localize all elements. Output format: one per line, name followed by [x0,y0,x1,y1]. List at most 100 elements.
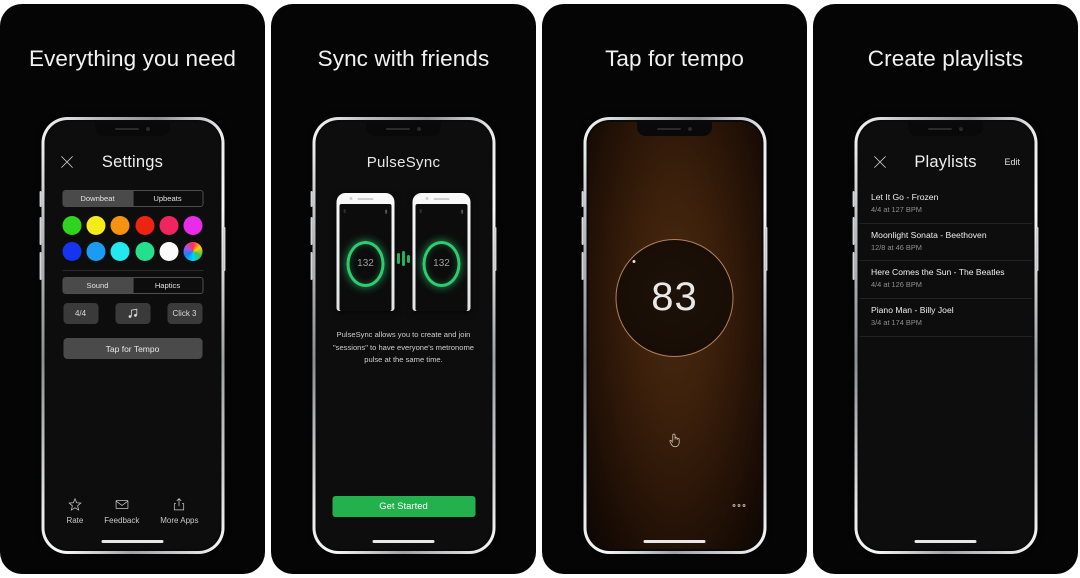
tab-rate[interactable]: Rate [66,497,83,525]
mute-switch [852,191,855,207]
time-signature-button[interactable]: 4/4 [63,303,98,324]
output-segmented-control[interactable]: Sound Haptics [62,277,203,294]
close-icon[interactable] [872,155,887,170]
phone-screen-tempo: 83 [588,122,761,549]
front-camera-icon [688,127,692,131]
get-started-button[interactable]: Get Started [332,496,475,517]
panel-title: Create playlists [867,46,1024,71]
more-dots-icon[interactable] [732,504,745,507]
mini-camera-icon [349,197,353,200]
phone-mockup: Playlists Edit Let It Go - Frozen 4/4 at… [852,117,1039,554]
panel-title: Everything you need [28,46,237,71]
settings-header: Settings [46,140,219,184]
paired-devices-illustration: ⦀ ▮ 132 ⦀ ▮ 132 [317,193,490,313]
star-icon [68,497,82,511]
color-swatch[interactable] [135,242,155,261]
panel-title: Sync with friends [317,46,490,71]
tab-more-apps[interactable]: More Apps [160,497,199,525]
volume-down-button [581,252,584,280]
edit-button[interactable]: Edit [1004,157,1020,167]
panel-tap-for-tempo: Tap for tempo 83 [542,4,807,574]
notch [908,122,983,136]
mini-status-row: ⦀ ▮ [343,209,388,215]
device-right: ⦀ ▮ 132 [412,193,471,311]
home-indicator [643,540,706,543]
device-left-bpm: 132 [346,240,385,287]
front-camera-icon [959,127,963,131]
color-swatch[interactable] [183,216,203,235]
envelope-icon [115,500,129,509]
app-name-heading: PulseSync [366,154,441,171]
screenshot-gallery: Everything you need Settings Downbeat Up… [0,0,1080,578]
earpiece-speaker [657,127,681,131]
phone-screen-playlists: Playlists Edit Let It Go - Frozen 4/4 at… [859,122,1032,549]
color-swatch[interactable] [110,216,130,235]
mute-switch [39,191,42,207]
phone-mockup: 83 [581,117,768,554]
device-right-screen: ⦀ ▮ 132 [415,204,468,311]
color-swatch-rainbow[interactable] [183,242,203,261]
song-meta: 4/4 at 126 BPM [871,280,922,290]
song-meta: 4/4 at 127 BPM [871,204,922,214]
list-item[interactable]: Here Comes the Sun - The Beatles 4/4 at … [859,261,1032,300]
color-swatch[interactable] [62,216,82,235]
tap-for-tempo-button[interactable]: Tap for Tempo [63,338,202,359]
home-indicator [372,540,435,543]
tab-label: Rate [66,516,84,525]
volume-up-button [310,217,313,245]
song-title: Here Comes the Sun - The Beatles [871,267,1005,278]
phone-mockup: Settings Downbeat Upbeats Sound Haptics … [39,117,226,554]
power-button [223,227,226,271]
song-title: Moonlight Sonata - Beethoven [871,229,987,240]
list-item[interactable]: Piano Man - Billy Joel 3/4 at 174 BPM [859,299,1032,337]
mute-switch [581,191,584,207]
earpiece-speaker [386,127,410,131]
mute-switch [310,191,313,207]
beat-segmented-control[interactable]: Downbeat Upbeats [62,190,203,207]
song-meta: 3/4 at 174 BPM [871,318,922,328]
tap-hand-icon [668,432,682,453]
mini-speaker [357,198,374,200]
volume-up-button [39,217,42,245]
phone-mockup: PulseSync ⦀ ▮ 132 ⦀ ▮ 132 PulseSync allo… [310,117,497,554]
segment-downbeat[interactable]: Downbeat [63,191,133,206]
control-button-row: 4/4 Click 3 [63,303,202,324]
list-item[interactable]: Moonlight Sonata - Beethoven 12/8 at 46 … [859,224,1032,262]
tab-label: Feedback [104,516,140,525]
tab-feedback[interactable]: Feedback [104,497,139,525]
phone-bezel: Playlists Edit Let It Go - Frozen 4/4 at… [857,120,1034,551]
phone-bezel: 83 [586,120,763,551]
list-item[interactable]: Let It Go - Frozen 4/4 at 127 BPM [859,186,1032,224]
color-swatch[interactable] [86,216,106,235]
segment-haptics[interactable]: Haptics [133,278,202,293]
volume-up-button [852,217,855,245]
phone-bezel: PulseSync ⦀ ▮ 132 ⦀ ▮ 132 PulseSync allo… [315,120,492,551]
color-swatch[interactable] [159,216,179,235]
color-swatch[interactable] [110,242,130,261]
phone-screen-settings: Settings Downbeat Upbeats Sound Haptics … [46,122,219,549]
color-swatch[interactable] [159,242,179,261]
power-button [494,227,497,271]
color-swatch[interactable] [62,242,82,261]
close-icon[interactable] [59,155,74,170]
click-sound-button[interactable]: Click 3 [167,303,202,324]
home-indicator [101,540,164,543]
tempo-marker-dot [632,260,636,264]
segment-upbeats[interactable]: Upbeats [133,191,202,206]
color-swatch[interactable] [86,242,106,261]
song-title: Let It Go - Frozen [871,192,939,202]
panel-title: Tap for tempo [605,46,744,71]
wireless-waves-icon [397,251,410,266]
bottom-tab-bar: Rate Feedback More Apps [46,497,219,525]
front-camera-icon [146,127,150,131]
volume-down-button [852,252,855,280]
notch [95,122,170,136]
share-icon [174,498,185,511]
segment-sound[interactable]: Sound [63,278,133,293]
tempo-dial[interactable]: 83 [615,238,734,357]
front-camera-icon [417,127,421,131]
divider [62,270,203,271]
color-swatch[interactable] [135,216,155,235]
sound-select-button[interactable] [115,303,150,324]
panel-sync-with-friends: Sync with friends PulseSync ⦀ ▮ 132 ⦀ ▮ … [271,4,536,574]
